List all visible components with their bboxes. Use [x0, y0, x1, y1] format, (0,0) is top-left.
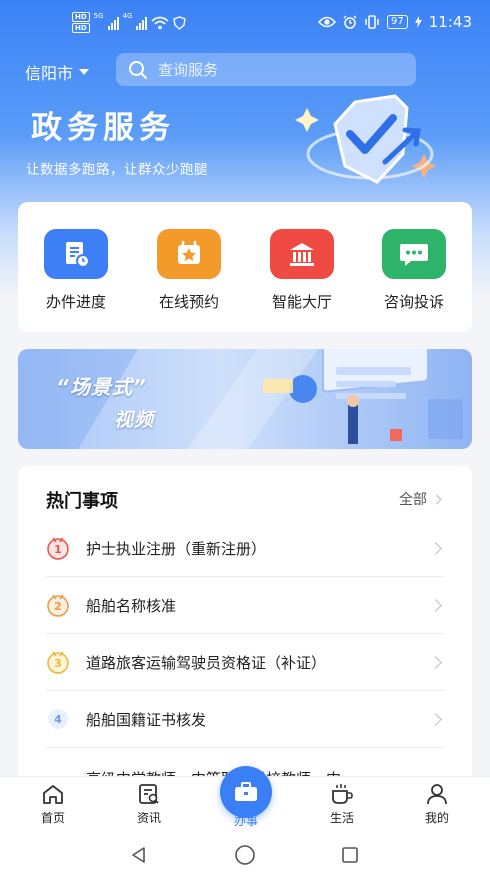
- rank-badge-icon: 2: [46, 593, 70, 617]
- hd-badge-2: HD: [72, 23, 90, 33]
- status-bar: HD HD 5G 4G 97 11:43: [0, 0, 490, 44]
- tab-life[interactable]: 生活: [307, 783, 377, 826]
- search-icon: [129, 60, 147, 79]
- quick-action-consult[interactable]: 咨询投诉: [369, 229, 459, 312]
- view-all-label: 全部: [399, 492, 427, 508]
- hd-badge-1: HD: [72, 12, 90, 22]
- chevron-right-icon: [429, 541, 442, 555]
- signal-icon: [107, 16, 119, 30]
- city-selector[interactable]: 信阳市: [25, 60, 90, 84]
- chat-bubble-icon: [382, 229, 446, 279]
- rank-number: 2: [54, 600, 62, 613]
- quick-action-label: 在线预约: [158, 293, 219, 311]
- hot-item[interactable]: 1 护士执业注册（重新注册）: [46, 520, 444, 577]
- wifi-icon: [151, 16, 170, 29]
- chevron-right-icon: [429, 712, 442, 726]
- hot-item[interactable]: 4 船舶国籍证书核发: [46, 691, 444, 748]
- chevron-down-icon: [79, 69, 90, 75]
- chevron-right-icon: [431, 494, 442, 504]
- hot-items-card: 热门事项 全部 1 护士执业注册（重新注册） 2 船舶名称核准 3 道路旅客运输…: [18, 466, 472, 796]
- quick-action-progress[interactable]: 办件进度: [31, 229, 121, 312]
- network-4g-label: 4G: [122, 12, 133, 20]
- status-left: HD HD 5G 4G: [72, 12, 187, 33]
- back-icon[interactable]: [130, 846, 148, 864]
- hot-item-text: 护士执业注册（重新注册）: [86, 539, 267, 558]
- quick-action-hall[interactable]: 智能大厅: [257, 229, 347, 312]
- tab-label: 生活: [329, 811, 354, 825]
- chevron-right-icon: [429, 655, 442, 669]
- view-all-link[interactable]: 全部: [399, 489, 444, 509]
- charging-icon: [414, 16, 422, 28]
- city-name: 信阳市: [25, 64, 74, 83]
- rank-badge-icon: 1: [46, 536, 70, 560]
- tab-label: 首页: [40, 811, 65, 825]
- signal-icon-2: [136, 16, 148, 30]
- hd-badges: HD HD: [72, 12, 90, 33]
- rank-number: 4: [54, 713, 62, 726]
- hall-building-icon: [270, 229, 334, 279]
- rank-badge-icon: 3: [46, 650, 70, 674]
- battery-indicator: 97: [387, 15, 408, 29]
- search-placeholder: 查询服务: [158, 61, 219, 79]
- tab-label: 资讯: [136, 811, 161, 825]
- shield-check-icon: [295, 94, 436, 184]
- hot-item[interactable]: 2 船舶名称核准: [46, 577, 444, 634]
- quick-action-label: 咨询投诉: [383, 293, 444, 311]
- clock: 11:43: [428, 13, 472, 31]
- eye-icon: [318, 16, 337, 28]
- person-icon: [427, 784, 447, 805]
- home-circle-icon[interactable]: [234, 844, 256, 866]
- recents-icon[interactable]: [341, 846, 359, 864]
- home-icon: [43, 785, 63, 804]
- briefcase-icon: [235, 782, 257, 801]
- news-icon: [139, 784, 159, 804]
- network-5g-label: 5G: [93, 12, 104, 20]
- video-banner-line2: 视频: [114, 409, 155, 431]
- search-bar[interactable]: 查询服务: [116, 53, 416, 86]
- tab-news[interactable]: 资讯: [114, 783, 184, 826]
- hot-item-text: 船舶名称核准: [86, 596, 177, 615]
- rank-number: 3: [54, 657, 62, 670]
- star-calendar-icon: [157, 229, 221, 279]
- tab-mine[interactable]: 我的: [402, 783, 472, 826]
- chevron-right-icon: [429, 598, 442, 612]
- quick-actions-card: 办件进度 在线预约 智能大厅 咨询投诉: [18, 202, 472, 332]
- shield-status-icon: [173, 15, 187, 30]
- video-banner[interactable]: “场景式” 视频: [18, 349, 472, 449]
- status-right: 97 11:43: [318, 13, 472, 31]
- hot-item-text: 道路旅客运输驾驶员资格证（补证）: [86, 653, 327, 672]
- coffee-icon: [332, 784, 353, 804]
- hot-item-text: 船舶国籍证书核发: [86, 710, 207, 729]
- progress-doc-icon: [44, 229, 108, 279]
- tab-label: 我的: [424, 811, 449, 825]
- system-nav-bar: [0, 835, 490, 873]
- rank-badge-icon: 4: [46, 707, 70, 731]
- quick-action-label: 智能大厅: [271, 293, 332, 311]
- tab-home[interactable]: 首页: [18, 783, 88, 826]
- quick-action-label: 办件进度: [45, 293, 106, 311]
- tab-service-button[interactable]: [220, 766, 272, 818]
- alarm-icon: [343, 15, 357, 29]
- quick-action-booking[interactable]: 在线预约: [144, 229, 234, 312]
- section-title: 热门事项: [46, 491, 118, 512]
- page-subtitle: 让数据多跑路，让群众少跑腿: [26, 162, 208, 178]
- video-banner-line1: “场景式”: [56, 375, 147, 399]
- hot-item[interactable]: 3 道路旅客运输驾驶员资格证（补证）: [46, 634, 444, 691]
- page-title: 政务服务: [31, 110, 175, 146]
- tab-service-label: 办事: [233, 814, 258, 828]
- rank-number: 1: [54, 543, 62, 556]
- vibrate-icon: [365, 15, 379, 29]
